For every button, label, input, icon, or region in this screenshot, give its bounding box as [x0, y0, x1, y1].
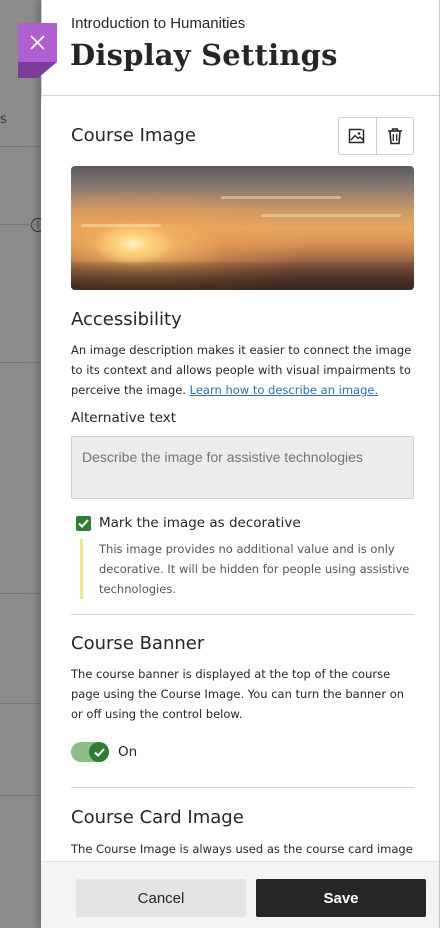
background-page: s + [0, 0, 45, 928]
background-label: s [0, 112, 7, 127]
decorative-checkbox-row[interactable]: Mark the image as decorative [76, 514, 301, 532]
image-action-group [338, 117, 414, 155]
close-x-icon [30, 35, 45, 50]
background-divider [0, 224, 42, 225]
save-button[interactable]: Save [256, 879, 426, 917]
cloud-layer [71, 262, 414, 290]
describe-image-link[interactable]: Learn how to describe an image. [190, 383, 379, 397]
close-button[interactable] [18, 23, 57, 78]
section-divider [71, 614, 414, 615]
banner-toggle-label: On [118, 744, 138, 760]
checkmark-icon [93, 747, 105, 757]
delete-image-button[interactable] [375, 118, 413, 154]
trash-icon [387, 128, 402, 145]
background-divider [0, 146, 42, 147]
course-banner-heading: Course Banner [71, 633, 205, 654]
alt-text-input[interactable] [71, 436, 414, 499]
page-title: Display Settings [70, 38, 338, 72]
course-image-heading: Course Image [71, 125, 196, 146]
decorative-checkbox-label: Mark the image as decorative [99, 515, 301, 531]
checkmark-icon [78, 518, 89, 528]
panel-content[interactable]: Course Image Accessibility An image desc… [41, 97, 440, 861]
banner-toggle[interactable] [71, 742, 109, 762]
course-image-preview [71, 166, 414, 290]
course-image-header: Course Image [71, 117, 414, 155]
panel-footer: Cancel Save [41, 861, 440, 928]
course-card-image-heading: Course Card Image [71, 807, 244, 828]
course-name: Introduction to Humanities [71, 15, 246, 32]
banner-toggle-row: On [71, 741, 137, 763]
edit-image-button[interactable] [339, 118, 376, 154]
close-tab-fold [18, 62, 57, 78]
cancel-button[interactable]: Cancel [76, 879, 246, 917]
image-edit-icon [349, 127, 366, 144]
background-divider [0, 703, 42, 704]
background-divider [0, 593, 42, 594]
cloud-streak [221, 196, 341, 199]
course-banner-description: The course banner is displayed at the to… [71, 667, 405, 721]
course-card-image-description: The Course Image is always used as the c… [71, 842, 413, 856]
toggle-knob [89, 742, 109, 762]
decorative-checkbox[interactable] [76, 515, 91, 531]
background-divider [0, 795, 42, 796]
accessibility-description: An image description makes it easier to … [71, 340, 414, 400]
background-divider [0, 362, 42, 363]
panel-header: Introduction to Humanities Display Setti… [41, 0, 440, 96]
cloud-streak [81, 224, 161, 227]
alt-text-label: Alternative text [71, 410, 177, 426]
accessibility-heading: Accessibility [71, 309, 182, 330]
decorative-note: This image provides no additional value … [80, 539, 410, 599]
cloud-streak [261, 214, 401, 217]
section-divider [71, 787, 414, 788]
